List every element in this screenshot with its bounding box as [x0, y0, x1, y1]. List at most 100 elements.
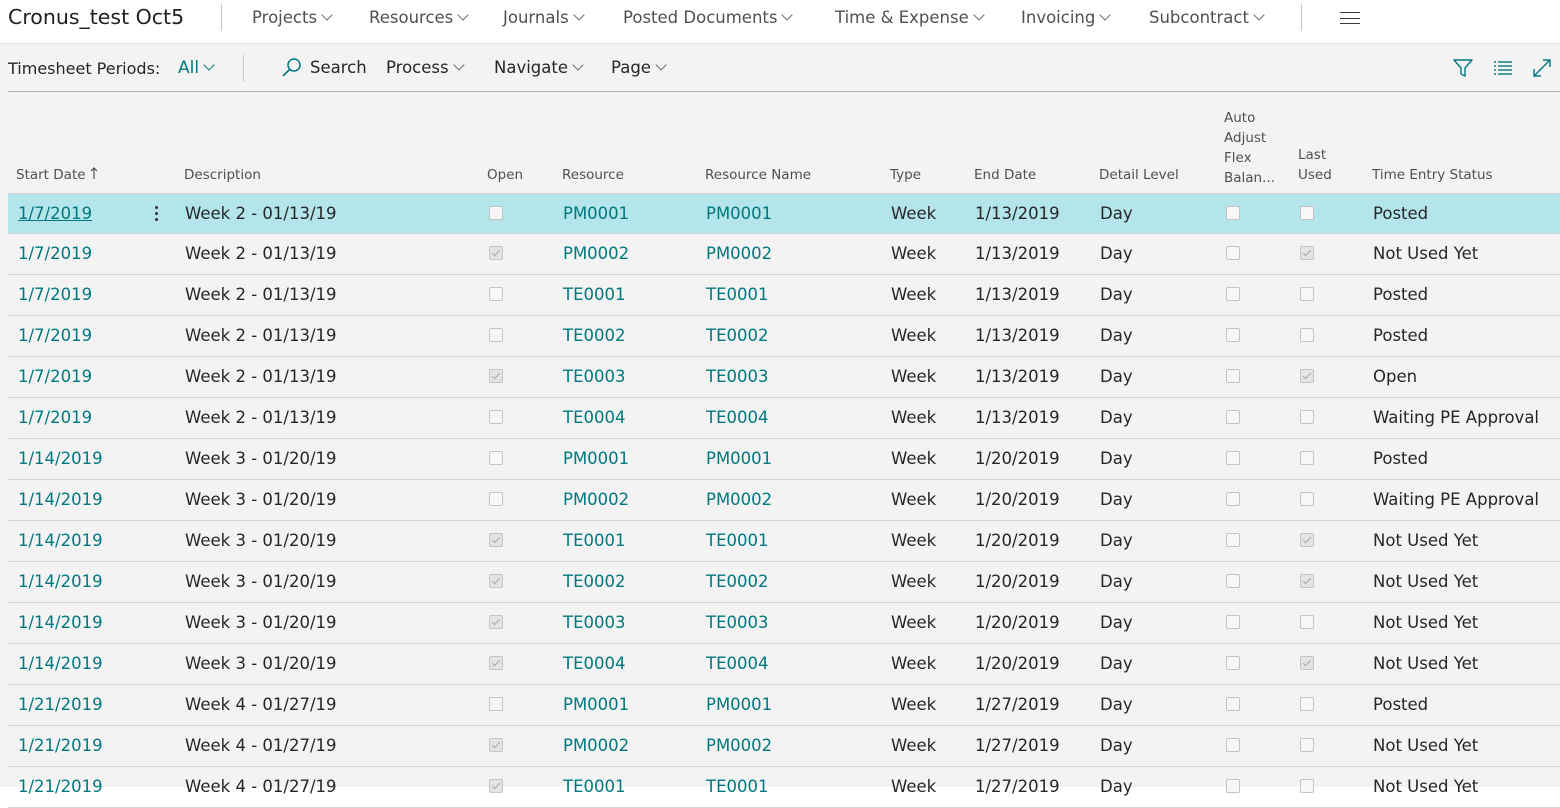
nav-subcontract[interactable]: Subcontract [1149, 8, 1265, 27]
start-date-link[interactable]: 1/21/2019 [18, 736, 103, 755]
resource-name-link[interactable]: PM0001 [706, 449, 772, 468]
last-used-checkbox[interactable] [1300, 287, 1314, 301]
auto-adjust-checkbox[interactable] [1226, 615, 1240, 629]
start-date-link[interactable]: 1/14/2019 [18, 654, 103, 673]
nav-journals[interactable]: Journals [503, 8, 585, 27]
open-checkbox[interactable] [489, 451, 503, 465]
column-header-resource[interactable]: Resource [562, 165, 624, 185]
last-used-checkbox[interactable] [1300, 615, 1314, 629]
row-actions-icon[interactable] [155, 206, 159, 222]
table-row[interactable]: 1/21/2019 Week 4 - 01/27/19 PM0001 PM0001 We… [8, 685, 1560, 726]
table-row[interactable]: 1/7/2019 Week 2 - 01/13/19 TE0003 TE0003 Wee… [8, 357, 1560, 398]
resource-name-link[interactable]: TE0003 [706, 613, 769, 632]
column-header-type[interactable]: Type [890, 165, 921, 185]
table-row[interactable]: 1/14/2019 Week 3 - 01/20/19 PM0002 PM0002 We… [8, 480, 1560, 521]
resource-name-link[interactable]: TE0004 [706, 408, 769, 427]
resource-link[interactable]: PM0002 [563, 736, 629, 755]
open-checkbox[interactable] [489, 574, 503, 588]
last-used-checkbox[interactable] [1300, 574, 1314, 588]
open-checkbox[interactable] [489, 287, 503, 301]
resource-link[interactable]: TE0004 [563, 408, 626, 427]
start-date-link[interactable]: 1/14/2019 [18, 572, 103, 591]
auto-adjust-checkbox[interactable] [1226, 656, 1240, 670]
table-row[interactable]: 1/14/2019 Week 3 - 01/20/19 TE0002 TE0002 We… [8, 562, 1560, 603]
auto-adjust-checkbox[interactable] [1226, 697, 1240, 711]
column-header-last-used[interactable]: Last Used [1298, 145, 1332, 185]
resource-name-link[interactable]: PM0001 [706, 695, 772, 714]
last-used-checkbox[interactable] [1300, 451, 1314, 465]
resource-name-link[interactable]: TE0001 [706, 285, 769, 304]
auto-adjust-checkbox[interactable] [1226, 369, 1240, 383]
column-header-detail-level[interactable]: Detail Level [1099, 165, 1179, 185]
resource-name-link[interactable]: PM0002 [706, 490, 772, 509]
resource-link[interactable]: TE0003 [563, 367, 626, 386]
resource-link[interactable]: TE0001 [563, 285, 626, 304]
nav-resources[interactable]: Resources [369, 8, 469, 27]
table-row[interactable]: 1/14/2019 Week 3 - 01/20/19 PM0001 PM0001 We… [8, 439, 1560, 480]
nav-projects[interactable]: Projects [252, 8, 333, 27]
resource-link[interactable]: TE0001 [563, 531, 626, 550]
process-menu[interactable]: Process [386, 58, 465, 77]
last-used-checkbox[interactable] [1300, 369, 1314, 383]
auto-adjust-checkbox[interactable] [1226, 328, 1240, 342]
open-checkbox[interactable] [489, 656, 503, 670]
table-row[interactable]: 1/7/2019 Week 2 - 01/13/19 TE0002 TE0002 Wee… [8, 316, 1560, 357]
last-used-checkbox[interactable] [1300, 738, 1314, 752]
column-header-end-date[interactable]: End Date [974, 165, 1036, 185]
table-row[interactable]: 1/7/2019 Week 2 - 01/13/19 PM0002 PM0002 Wee… [8, 234, 1560, 275]
auto-adjust-checkbox[interactable] [1226, 492, 1240, 506]
search-button[interactable]: Search [310, 58, 367, 77]
column-header-auto-adjust-flex-balance[interactable]: Auto Adjust Flex Balan... [1224, 108, 1275, 188]
table-row[interactable]: 1/21/2019 Week 4 - 01/27/19 TE0001 TE0001 We… [8, 767, 1560, 808]
start-date-link[interactable]: 1/7/2019 [18, 204, 92, 223]
open-checkbox[interactable] [489, 410, 503, 424]
auto-adjust-checkbox[interactable] [1226, 410, 1240, 424]
start-date-link[interactable]: 1/7/2019 [18, 367, 92, 386]
auto-adjust-checkbox[interactable] [1226, 738, 1240, 752]
open-checkbox[interactable] [489, 369, 503, 383]
last-used-checkbox[interactable] [1300, 656, 1314, 670]
auto-adjust-checkbox[interactable] [1226, 533, 1240, 547]
resource-link[interactable]: TE0004 [563, 654, 626, 673]
list-view-icon[interactable] [1492, 57, 1514, 79]
resource-name-link[interactable]: TE0003 [706, 367, 769, 386]
resource-link[interactable]: PM0002 [563, 244, 629, 263]
auto-adjust-checkbox[interactable] [1226, 574, 1240, 588]
resource-name-link[interactable]: TE0002 [706, 326, 769, 345]
search-icon[interactable] [281, 57, 303, 79]
resource-link[interactable]: PM0001 [563, 695, 629, 714]
last-used-checkbox[interactable] [1300, 533, 1314, 547]
table-row[interactable]: 1/7/2019 Week 2 - 01/13/19 PM0001 PM0001 Wee… [8, 193, 1560, 234]
start-date-link[interactable]: 1/7/2019 [18, 408, 92, 427]
hamburger-menu-icon[interactable] [1340, 12, 1360, 25]
open-checkbox[interactable] [489, 533, 503, 547]
navigate-menu[interactable]: Navigate [494, 58, 584, 77]
open-checkbox[interactable] [489, 697, 503, 711]
resource-name-link[interactable]: PM0002 [706, 244, 772, 263]
open-checkbox[interactable] [489, 492, 503, 506]
column-header-start-date[interactable]: Start Date [16, 165, 98, 185]
nav-posted-documents[interactable]: Posted Documents [623, 8, 794, 27]
column-header-time-entry-status[interactable]: Time Entry Status [1372, 165, 1493, 185]
resource-name-link[interactable]: TE0004 [706, 654, 769, 673]
last-used-checkbox[interactable] [1300, 410, 1314, 424]
open-checkbox[interactable] [489, 206, 503, 220]
start-date-link[interactable]: 1/14/2019 [18, 490, 103, 509]
table-row[interactable]: 1/14/2019 Week 3 - 01/20/19 TE0003 TE0003 We… [8, 603, 1560, 644]
resource-link[interactable]: PM0001 [563, 204, 629, 223]
page-menu[interactable]: Page [611, 58, 667, 77]
start-date-link[interactable]: 1/21/2019 [18, 695, 103, 714]
open-checkbox[interactable] [489, 779, 503, 793]
nav-time-expense[interactable]: Time & Expense [835, 8, 985, 27]
resource-link[interactable]: TE0003 [563, 613, 626, 632]
last-used-checkbox[interactable] [1300, 697, 1314, 711]
auto-adjust-checkbox[interactable] [1226, 206, 1240, 220]
start-date-link[interactable]: 1/7/2019 [18, 326, 92, 345]
open-checkbox[interactable] [489, 246, 503, 260]
auto-adjust-checkbox[interactable] [1226, 246, 1240, 260]
open-checkbox[interactable] [489, 615, 503, 629]
table-row[interactable]: 1/7/2019 Week 2 - 01/13/19 TE0001 TE0001 Wee… [8, 275, 1560, 316]
view-filter-dropdown[interactable]: All [178, 58, 215, 78]
start-date-link[interactable]: 1/14/2019 [18, 531, 103, 550]
resource-name-link[interactable]: PM0001 [706, 204, 772, 223]
